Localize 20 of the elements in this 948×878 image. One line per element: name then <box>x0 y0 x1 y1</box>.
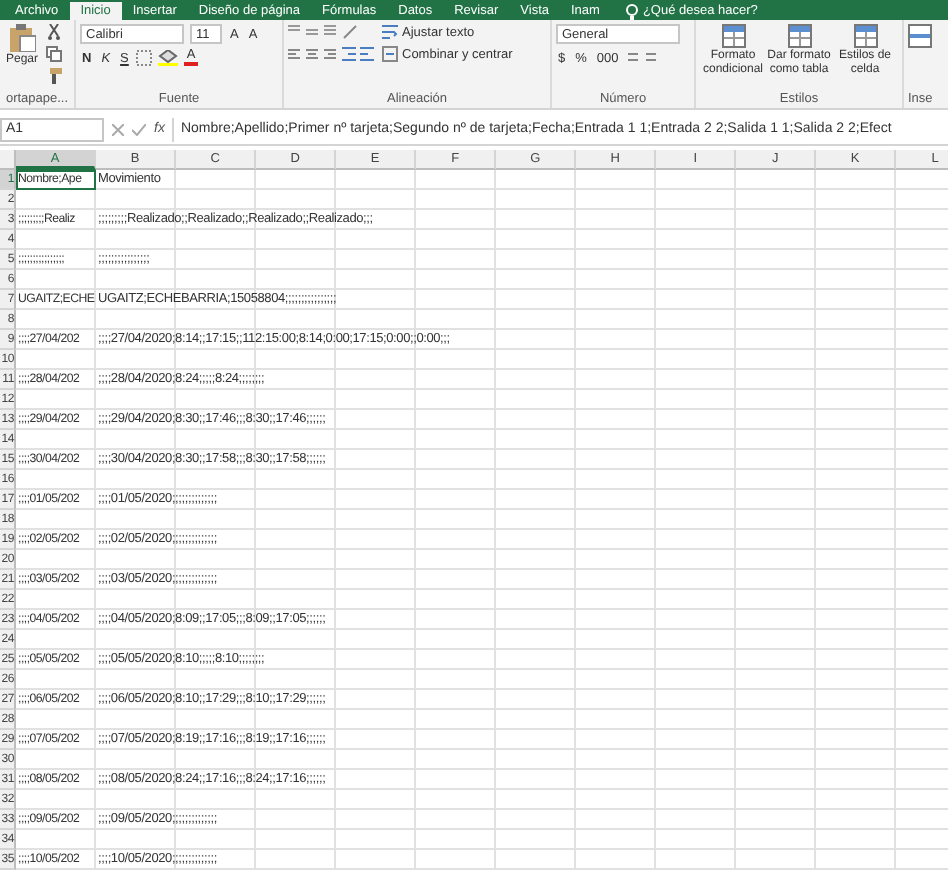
merge-icon[interactable] <box>382 46 398 62</box>
wrap-icon[interactable] <box>382 24 398 40</box>
indent-icon[interactable] <box>342 46 374 62</box>
cut-icon[interactable] <box>46 24 63 40</box>
align-left-icon[interactable] <box>288 46 336 62</box>
border-icon[interactable] <box>136 50 153 66</box>
format-painter-icon[interactable] <box>46 68 63 84</box>
table-style-icon[interactable] <box>853 24 877 48</box>
orientation-icon[interactable] <box>342 24 358 40</box>
table-style-icon[interactable] <box>787 24 811 48</box>
align-top-icon[interactable] <box>288 24 336 40</box>
copy-icon[interactable] <box>46 46 63 62</box>
clipboard-icon[interactable] <box>8 24 36 52</box>
decimal-icon[interactable] <box>626 50 659 66</box>
enter-icon[interactable] <box>132 123 146 135</box>
fill-color-icon[interactable] <box>158 50 179 66</box>
lightbulb-icon[interactable] <box>626 3 639 19</box>
table-style-icon[interactable] <box>721 24 745 48</box>
cancel-icon[interactable] <box>112 123 124 135</box>
insert-icon[interactable] <box>908 24 932 48</box>
